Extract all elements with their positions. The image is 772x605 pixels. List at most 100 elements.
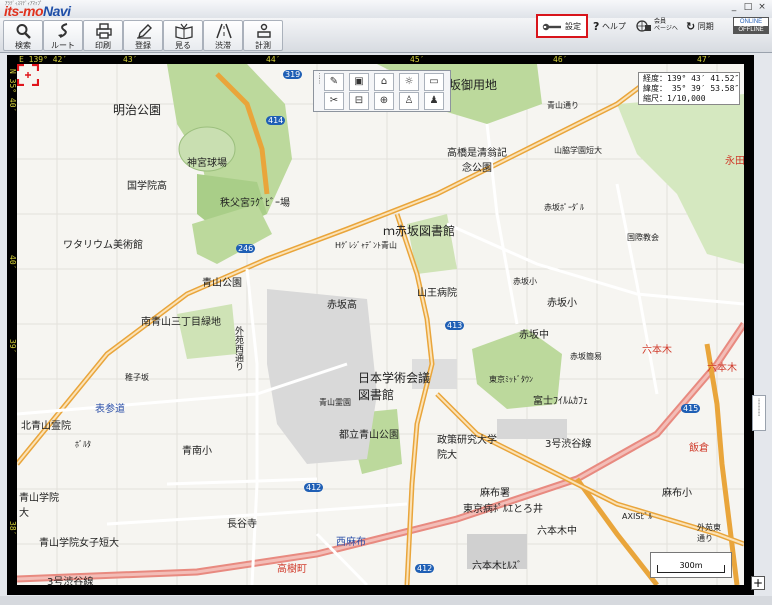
offline-label: OFFLINE: [734, 26, 768, 34]
map-label: 赤坂小: [513, 277, 537, 286]
poi-bus-icon[interactable]: ▣: [349, 73, 369, 91]
poi-filter-toolbar: ⋮ ⋮ ✎ ▣ ⌂ ☼ ▭ ✂ ⊟ ⊕ ♙ ♟: [313, 70, 451, 112]
register-pencil-icon: [137, 24, 152, 39]
poi-crosshair-icon[interactable]: ⊕: [374, 92, 394, 110]
route-shield: 415: [681, 404, 701, 413]
measure-label: 計測: [255, 41, 271, 50]
lon-origin-label: E 139° 42′: [19, 55, 68, 64]
help-button[interactable]: ? ヘルプ: [593, 20, 626, 36]
map-label: 赤坂中: [519, 330, 549, 341]
lon-tick: 45′: [410, 55, 425, 64]
map-label: 赤坂ﾎﾟｰﾀﾞﾙ: [544, 203, 584, 212]
map-label: 赤坂高: [327, 300, 357, 311]
poi-shop-icon[interactable]: ▭: [424, 73, 444, 91]
its-mo-navi-logo: ｱﾗﾃﾞｨｽﾏﾃﾞｨｱﾏｯﾌﾟ its-moNavi: [3, 1, 95, 19]
latitude-readout: 緯度： 35° 39′ 53.58″: [643, 84, 740, 93]
poi-house-icon[interactable]: ⌂: [374, 73, 394, 91]
map-label: 高樹町: [277, 564, 307, 575]
map-label: 飯倉: [689, 443, 709, 454]
printer-icon: [96, 23, 112, 39]
map-label: 秩父宮ﾗｸﾞﾋﾞｰ場: [220, 198, 290, 209]
map-label: 東京病ﾎﾟﾙｴとろ井: [463, 504, 543, 515]
view-label: 見る: [175, 41, 191, 50]
map-label: 稚子坂: [125, 373, 149, 382]
online-label: ONLINE: [734, 18, 768, 26]
map-label: 西麻布: [336, 537, 366, 548]
route-shield: 246: [236, 244, 256, 253]
measure-icon: [257, 23, 271, 38]
route-button[interactable]: ルート: [43, 20, 83, 51]
poi-person-icon[interactable]: ♟: [424, 92, 444, 110]
status-bar: [0, 596, 772, 605]
map-label: 富士ﾌｲﾙﾑｶﾌｪ: [533, 396, 588, 407]
online-offline-toggle[interactable]: ONLINE OFFLINE: [733, 17, 769, 34]
logo-navi: Navi: [43, 3, 71, 19]
map-label: 北青山霊院: [21, 421, 71, 432]
print-button[interactable]: 印刷: [83, 20, 123, 51]
poi-restaurant-icon[interactable]: ✎: [324, 73, 344, 91]
lat-origin-label: N 35° 40′: [8, 69, 17, 113]
view-book-icon: [175, 23, 193, 39]
route-shield: 413: [445, 321, 465, 330]
poi-walk-icon[interactable]: ♙: [399, 92, 419, 110]
map-frame: E 139° 42′ 43′ 44′ 45′ 46′ 47′ N 35° 40′…: [7, 55, 754, 595]
map-label: 神宮球場: [187, 158, 227, 169]
settings-label: 設定: [565, 22, 581, 31]
map-label: 山脇学園短大: [554, 146, 602, 155]
map-label: 六本木中: [537, 526, 577, 537]
map-label: ﾎﾞﾙﾀ: [75, 440, 91, 449]
close-button[interactable]: ×: [756, 2, 768, 13]
map-graphics: [17, 64, 744, 585]
sync-arrows-icon: ↻: [686, 20, 696, 33]
side-panel-handle[interactable]: ⁞ ⁞ ⁞: [752, 395, 766, 431]
map-label: 赤坂簡易: [570, 352, 602, 361]
lon-tick: 46′: [553, 55, 568, 64]
measure-button[interactable]: 計測: [243, 20, 283, 51]
scale-bar-label: 300m: [679, 561, 703, 570]
traffic-label: 渋滞: [215, 41, 231, 50]
map-label: 青南小: [182, 446, 212, 457]
map-label: 山王病院: [417, 288, 457, 299]
map-label: 3号渋谷線: [47, 577, 94, 585]
map-label: 麻布署: [480, 488, 510, 499]
title-bar: ｱﾗﾃﾞｨｽﾏﾃﾞｨｱﾏｯﾌﾟ its-moNavi _ □ ×: [0, 0, 772, 19]
map-label: 長谷寺: [227, 519, 257, 530]
poi-leisure-icon[interactable]: ☼: [399, 73, 419, 91]
zoom-in-button[interactable]: +: [751, 576, 765, 590]
maximize-button[interactable]: □: [742, 2, 754, 13]
poi-car-icon[interactable]: ⊟: [349, 92, 369, 110]
map-canvas[interactable]: 319 414 246 413 415 412 412 明治公園 神宮球場 国学…: [17, 64, 744, 585]
toolbar-grip-icon[interactable]: ⋮ ⋮: [316, 73, 323, 108]
view-button[interactable]: 見る: [163, 20, 203, 51]
settings-button[interactable]: 設定: [536, 14, 588, 38]
lat-tick: 39′: [8, 339, 17, 354]
map-label: 国際教会: [627, 233, 659, 242]
map-label: 外苑西通り: [233, 326, 243, 371]
scale-bar: 300m: [650, 552, 732, 578]
map-label: 3号渋谷線: [545, 439, 592, 450]
sync-button[interactable]: ↻ 同期: [686, 20, 714, 36]
register-button[interactable]: 登録: [123, 20, 163, 51]
member-page-button[interactable]: 会員 ページへ: [636, 17, 682, 33]
map-label: 青山霊園: [319, 398, 351, 407]
search-icon: [16, 24, 31, 39]
search-button[interactable]: 検索: [3, 20, 43, 51]
minimize-button[interactable]: _: [728, 2, 740, 13]
wrench-icon: [542, 23, 561, 31]
member-globe-icon: [636, 20, 651, 32]
traffic-button[interactable]: 渋滞: [203, 20, 243, 51]
route-shield: 412: [304, 483, 324, 492]
map-label: 国学院高: [127, 181, 167, 192]
poi-beauty-icon[interactable]: ✂: [324, 92, 344, 110]
longitude-ruler: E 139° 42′ 43′ 44′ 45′ 46′ 47′: [7, 55, 754, 64]
map-label: 政策研究大学院大: [437, 435, 497, 461]
traffic-road-icon: [216, 23, 232, 39]
lat-tick: 38′: [8, 521, 17, 536]
map-label: Hｸﾞﾚｼﾞｬﾃﾞﾝﾄ青山: [335, 241, 398, 250]
lon-tick: 44′: [266, 55, 281, 64]
map-label: AXISﾋﾞﾙ: [622, 512, 653, 521]
register-label: 登録: [135, 41, 151, 50]
latitude-ruler: N 35° 40′ 40′ 39′ 38′: [7, 55, 17, 595]
longitude-readout: 経度：139° 43′ 41.52″: [643, 74, 740, 83]
help-label: ヘルプ: [601, 22, 626, 31]
